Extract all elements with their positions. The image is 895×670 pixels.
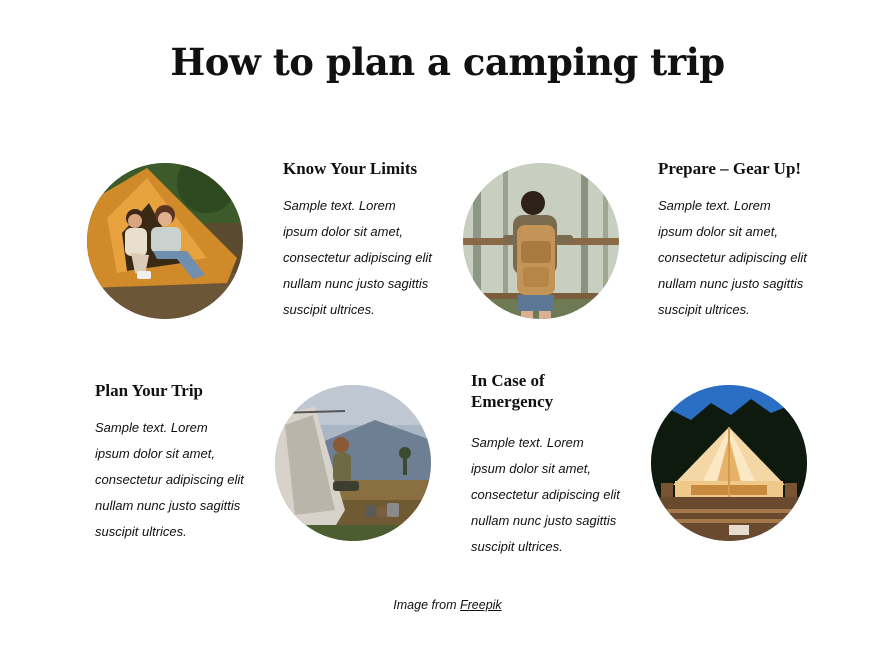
credit-prefix: Image from bbox=[393, 598, 457, 612]
tent-mountain-view-photo bbox=[275, 385, 431, 541]
card-heading: Know Your Limits bbox=[283, 159, 418, 178]
page-title: How to plan a camping trip bbox=[170, 40, 725, 84]
card-text: Sample text. Lorem ipsum dolor sit amet,… bbox=[95, 420, 244, 539]
card-text: Sample text. Lorem ipsum dolor sit amet,… bbox=[471, 435, 620, 554]
freepik-link[interactable]: Freepik bbox=[460, 598, 502, 612]
card-text: Sample text. Lorem ipsum dolor sit amet,… bbox=[283, 198, 432, 317]
card-heading: Plan Your Trip bbox=[95, 381, 204, 400]
glamping-tent-photo bbox=[651, 385, 807, 541]
image-credit: Image from Freepik bbox=[0, 598, 895, 612]
tent-friends-photo bbox=[87, 163, 243, 319]
card-heading: In Case of Emergency bbox=[471, 371, 554, 411]
card-text: Sample text. Lorem ipsum dolor sit amet,… bbox=[658, 198, 807, 317]
card-plan-your-trip: Plan Your Trip Sample text. Lorem ipsum … bbox=[95, 380, 275, 545]
card-know-your-limits: Know Your Limits Sample text. Lorem ipsu… bbox=[283, 158, 463, 323]
card-heading: Prepare – Gear Up! bbox=[658, 159, 802, 178]
backpack-hiker-photo bbox=[463, 163, 619, 319]
card-in-case-of-emergency: In Case of Emergency Sample text. Lorem … bbox=[471, 370, 621, 560]
card-prepare-gear-up: Prepare – Gear Up! Sample text. Lorem ip… bbox=[658, 158, 838, 323]
